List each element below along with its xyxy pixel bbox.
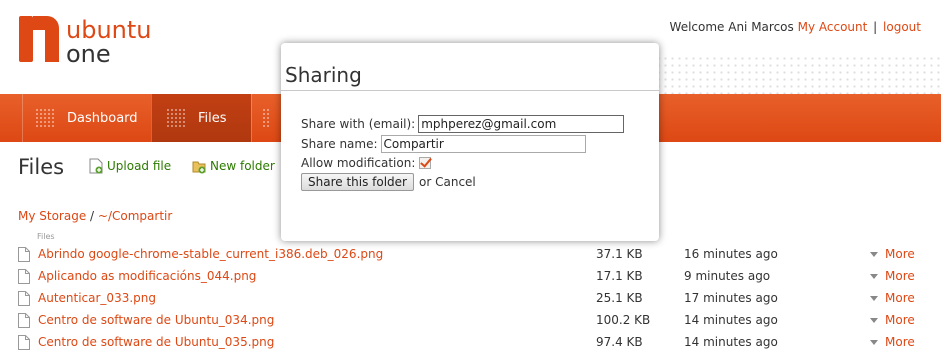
file-modified-time: 16 minutes ago bbox=[684, 247, 778, 261]
allow-modification-row: Allow modification: bbox=[301, 156, 432, 170]
share-name-input[interactable] bbox=[380, 135, 586, 153]
share-name-row: Share name: bbox=[301, 135, 586, 153]
user-menu: Welcome Ani Marcos My Account | logout bbox=[670, 20, 921, 34]
file-name-link[interactable]: Centro de software de Ubuntu_034.png bbox=[38, 313, 608, 327]
tab-files-label: Files bbox=[198, 110, 227, 126]
allow-modification-checkbox[interactable] bbox=[419, 157, 432, 169]
upload-file-label: Upload file bbox=[107, 159, 172, 173]
new-folder-button[interactable]: New folder bbox=[192, 158, 275, 174]
more-menu-button[interactable]: More bbox=[870, 313, 915, 327]
chevron-down-icon bbox=[870, 339, 878, 345]
new-folder-label: New folder bbox=[210, 159, 275, 173]
new-folder-icon bbox=[192, 161, 206, 174]
more-label: More bbox=[885, 247, 915, 261]
table-row[interactable]: Abrindo google-chrome-stable_current_i38… bbox=[18, 243, 923, 265]
more-menu-button[interactable]: More bbox=[870, 247, 915, 261]
file-size: 37.1 KB bbox=[596, 247, 643, 261]
file-modified-time: 17 minutes ago bbox=[684, 291, 778, 305]
or-text: or bbox=[419, 175, 432, 189]
breadcrumb-current[interactable]: ~/Compartir bbox=[98, 209, 172, 223]
tab-next[interactable] bbox=[251, 94, 281, 142]
more-label: More bbox=[885, 335, 915, 349]
sharing-dialog: Sharing Share with (email): Share name: … bbox=[281, 43, 659, 241]
file-icon bbox=[18, 312, 30, 328]
share-name-label: Share name: bbox=[301, 137, 378, 151]
file-size: 100.2 KB bbox=[596, 313, 651, 327]
table-row[interactable]: Centro de software de Ubuntu_034.png 100.… bbox=[18, 309, 923, 331]
chevron-down-icon bbox=[870, 251, 878, 257]
nav-next-icon bbox=[262, 108, 269, 128]
share-with-row: Share with (email): bbox=[301, 115, 625, 133]
ubuntu-one-logo-icon: ubuntu one bbox=[19, 16, 152, 68]
file-name-link[interactable]: Autenticar_033.png bbox=[38, 291, 608, 305]
svg-text:one: one bbox=[66, 40, 111, 68]
page-title: Files bbox=[18, 155, 65, 179]
file-icon bbox=[18, 290, 30, 306]
my-account-link[interactable]: My Account bbox=[798, 20, 868, 34]
upload-file-button[interactable]: Upload file bbox=[89, 158, 171, 174]
ubuntu-one-logo[interactable]: ubuntu one bbox=[16, 12, 176, 70]
chevron-down-icon bbox=[870, 317, 878, 323]
file-name-link[interactable]: Abrindo google-chrome-stable_current_i38… bbox=[38, 247, 608, 261]
cancel-link[interactable]: Cancel bbox=[435, 175, 476, 189]
tab-dashboard-label: Dashboard bbox=[67, 110, 138, 126]
file-size: 17.1 KB bbox=[596, 269, 643, 283]
more-label: More bbox=[885, 313, 915, 327]
file-modified-time: 14 minutes ago bbox=[684, 335, 778, 349]
file-name-link[interactable]: Aplicando as modificacións_044.png bbox=[38, 269, 608, 283]
files-icon bbox=[166, 108, 186, 128]
sharing-dialog-title: Sharing bbox=[285, 63, 362, 87]
file-icon bbox=[18, 268, 30, 284]
file-size: 97.4 KB bbox=[596, 335, 643, 349]
dashboard-icon bbox=[35, 108, 55, 128]
breadcrumb-separator: / bbox=[86, 209, 98, 223]
upload-file-icon bbox=[89, 158, 103, 174]
file-modified-time: 9 minutes ago bbox=[684, 269, 771, 283]
share-with-label: Share with (email): bbox=[301, 117, 416, 131]
allow-modification-label: Allow modification: bbox=[301, 156, 416, 170]
more-label: More bbox=[885, 269, 915, 283]
table-row[interactable]: Centro de software de Ubuntu_035.png 97.4… bbox=[18, 331, 923, 353]
more-menu-button[interactable]: More bbox=[870, 269, 915, 283]
table-row[interactable]: Aplicando as modificacións_044.png 17.1 K… bbox=[18, 265, 923, 287]
chevron-down-icon bbox=[870, 295, 878, 301]
logout-link[interactable]: logout bbox=[883, 20, 921, 34]
file-size: 25.1 KB bbox=[596, 291, 643, 305]
user-menu-separator: | bbox=[873, 20, 878, 34]
welcome-text: Welcome Ani Marcos bbox=[669, 20, 794, 34]
sharing-dialog-divider bbox=[281, 90, 659, 91]
more-menu-button[interactable]: More bbox=[870, 291, 915, 305]
share-email-input[interactable] bbox=[418, 115, 625, 133]
file-icon bbox=[18, 246, 30, 262]
chevron-down-icon bbox=[870, 273, 878, 279]
file-icon bbox=[18, 334, 30, 350]
column-header-files: Files bbox=[37, 232, 55, 241]
breadcrumb: My Storage / ~/Compartir bbox=[18, 209, 172, 223]
file-name-link[interactable]: Centro de software de Ubuntu_035.png bbox=[38, 335, 608, 349]
share-this-folder-button[interactable]: Share this folder bbox=[301, 173, 414, 191]
sharing-actions: Share this folder or Cancel bbox=[301, 173, 476, 191]
more-menu-button[interactable]: More bbox=[870, 335, 915, 349]
file-modified-time: 14 minutes ago bbox=[684, 313, 778, 327]
tab-dashboard[interactable]: Dashboard bbox=[22, 94, 152, 142]
more-label: More bbox=[885, 291, 915, 305]
breadcrumb-my-storage[interactable]: My Storage bbox=[18, 209, 86, 223]
table-row[interactable]: Autenticar_033.png 25.1 KB 17 minutes ago M… bbox=[18, 287, 923, 309]
tab-files[interactable]: Files bbox=[151, 94, 251, 142]
header-dot-pattern bbox=[641, 55, 941, 95]
